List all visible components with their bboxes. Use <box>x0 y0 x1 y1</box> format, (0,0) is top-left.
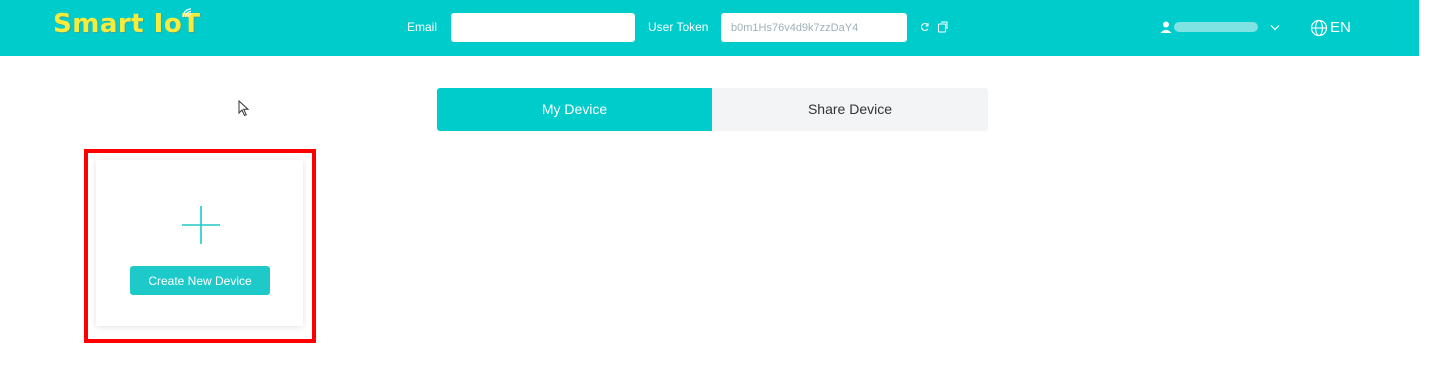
device-tabs: My Device Share Device <box>437 88 988 131</box>
plus-icon[interactable] <box>182 206 220 244</box>
user-token-field[interactable] <box>721 13 907 42</box>
copy-icon[interactable] <box>937 19 949 35</box>
top-navigation-bar: Smart IoT Email User Token EN <box>0 0 1419 56</box>
chevron-down-icon[interactable] <box>1269 19 1281 35</box>
refresh-icon[interactable] <box>919 19 930 35</box>
create-device-card[interactable]: Create New Device <box>96 160 303 326</box>
language-selector[interactable]: EN <box>1330 19 1351 36</box>
mouse-cursor-icon <box>238 100 250 117</box>
user-token-label: User Token <box>648 20 709 34</box>
create-new-device-button[interactable]: Create New Device <box>130 266 270 295</box>
user-icon[interactable] <box>1160 19 1172 35</box>
wifi-icon <box>182 8 192 18</box>
globe-icon[interactable] <box>1310 19 1328 37</box>
email-field[interactable] <box>451 13 635 42</box>
user-name-redacted[interactable] <box>1174 22 1258 32</box>
tab-share-device[interactable]: Share Device <box>712 88 988 131</box>
logo: Smart IoT <box>53 9 201 39</box>
tab-my-device[interactable]: My Device <box>437 88 712 131</box>
email-label: Email <box>407 20 438 34</box>
